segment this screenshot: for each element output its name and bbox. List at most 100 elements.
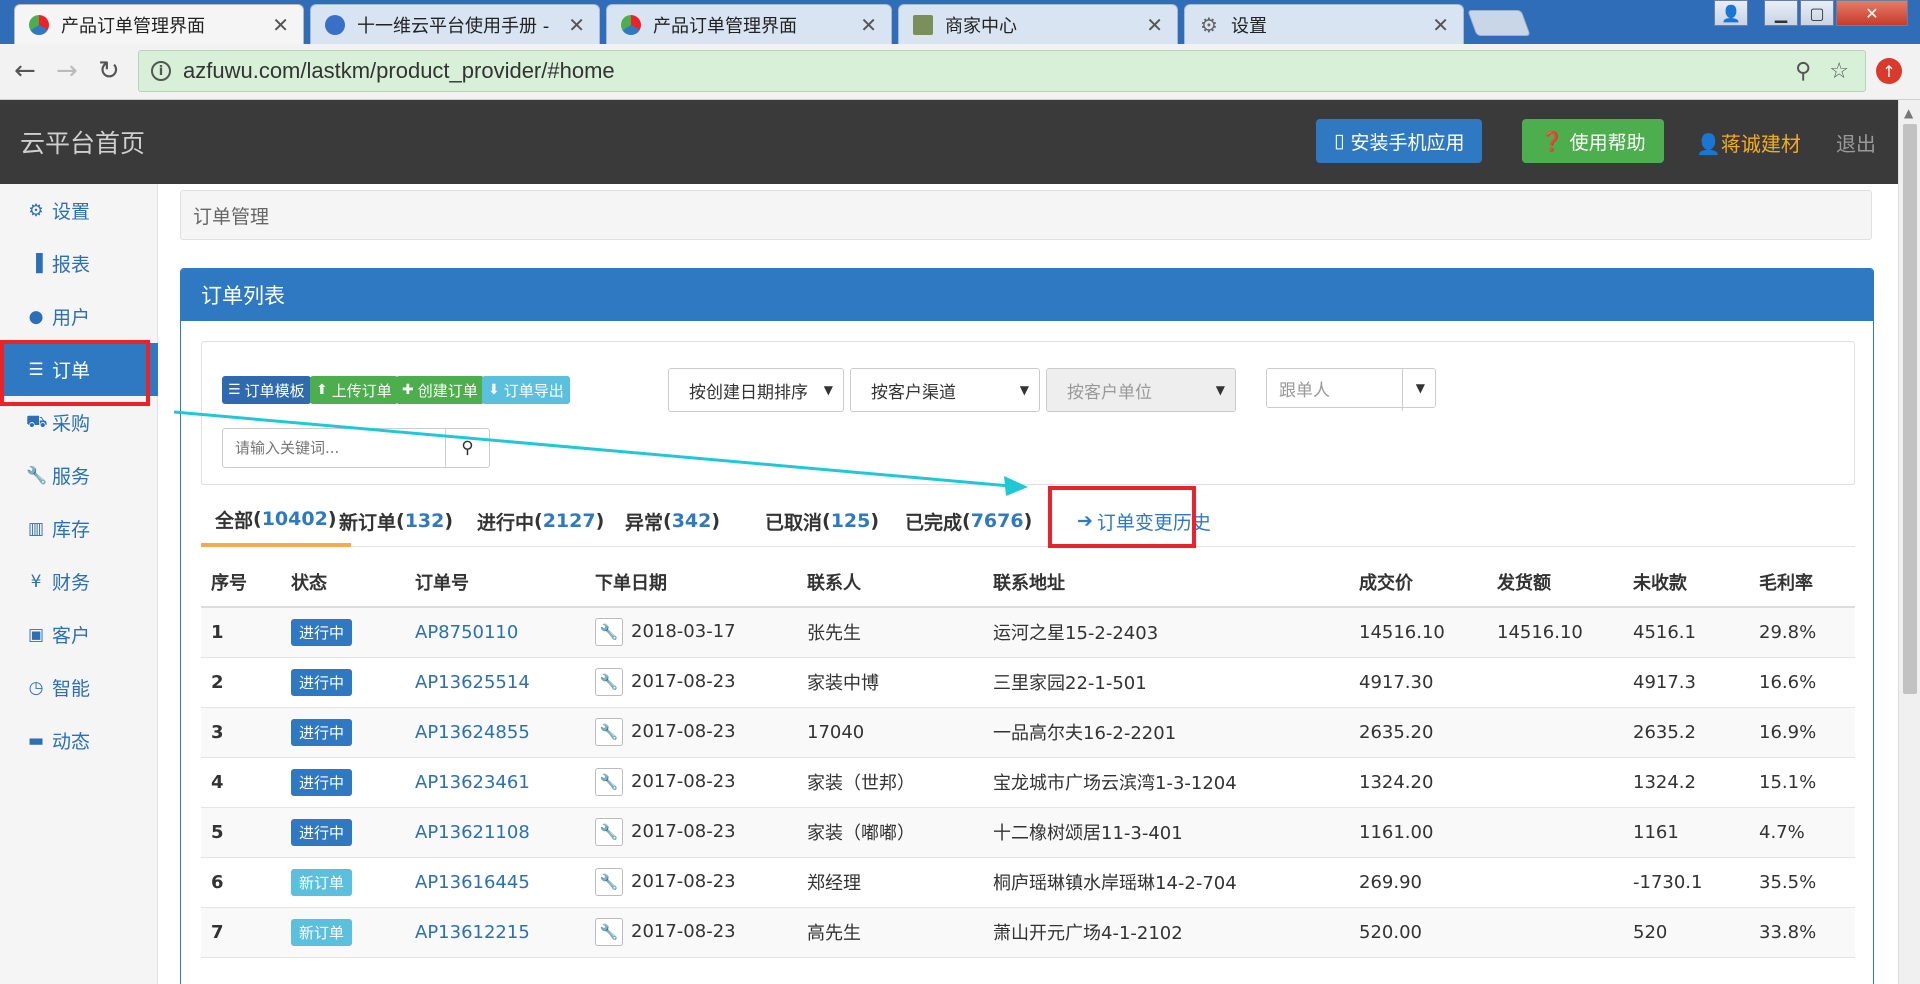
close-icon[interactable]: ✕ <box>568 13 585 37</box>
zoom-icon[interactable]: ⚲ <box>1795 59 1811 84</box>
user-menu-link[interactable]: 👤蒋诚建材 <box>1696 128 1801 157</box>
browser-tab-2[interactable]: 十一维云平台使用手册 - ✕ <box>310 4 600 44</box>
bookmark-star-icon[interactable]: ☆ <box>1829 59 1849 84</box>
sidebar-item-finance[interactable]: ¥ 财务 <box>0 555 158 608</box>
order-number-link[interactable]: AP13624855 <box>415 722 530 743</box>
merchant-favicon-icon <box>913 14 933 35</box>
caret-down-icon: ▼ <box>1415 381 1425 395</box>
table-cell: 16.6% <box>1749 657 1855 708</box>
order-number-link[interactable]: AP13621108 <box>415 822 530 843</box>
create-order-button[interactable]: ✚ 创建订单 <box>396 376 484 404</box>
sidebar-item-reports[interactable]: ▐ 报表 <box>0 237 158 290</box>
sidebar-item-users[interactable]: ● 用户 <box>0 290 158 343</box>
table-row[interactable]: 3 进行中 AP13624855 🔧 2017-08-23 17040 一品高尔夫16-2-… <box>201 707 1855 758</box>
close-icon[interactable]: ✕ <box>272 13 289 37</box>
sidebar-item-purchase[interactable]: ⛟ 采购 <box>0 396 158 449</box>
unit-select[interactable]: 按客户单位 ▼ <box>1046 368 1236 412</box>
sidebar-item-label: 动态 <box>52 731 91 753</box>
brand-home-link[interactable]: 云平台首页 <box>20 124 145 160</box>
sidebar-item-activity[interactable]: ▬ 动态 <box>0 714 158 767</box>
back-icon[interactable]: ← <box>14 56 36 86</box>
info-icon[interactable]: i <box>151 61 171 81</box>
order-template-button[interactable]: ☰ 订单模板 <box>222 376 311 404</box>
browser-tab-1[interactable]: 产品订单管理界面 ✕ <box>14 4 304 44</box>
order-number-link[interactable]: AP13616445 <box>415 872 530 893</box>
minimize-button[interactable]: ▁ <box>1764 0 1798 26</box>
tab-running[interactable]: 进行中(2127) <box>477 495 604 547</box>
table-cell: 520.00 <box>1349 907 1487 958</box>
sort-select[interactable]: 按创建日期排序 ▼ <box>668 368 844 412</box>
order-number-link[interactable]: AP13623461 <box>415 772 530 793</box>
export-order-button[interactable]: ⬇ 订单导出 <box>482 376 570 404</box>
table-row[interactable]: 1 进行中 AP8750110 🔧 2018-03-17 张先生 运河之星15-2-2403… <box>201 607 1855 658</box>
upload-order-button[interactable]: ⬆ 上传订单 <box>310 376 398 404</box>
install-app-button[interactable]: ▯ 安装手机应用 <box>1316 119 1483 163</box>
wrench-icon[interactable]: 🔧 <box>595 668 623 696</box>
order-date: 2017-08-23 <box>631 721 736 742</box>
caret-down-icon: ▼ <box>1215 383 1225 397</box>
tab-new[interactable]: 新订单(132) <box>339 495 453 547</box>
tab-all[interactable]: 全部(10402) <box>201 495 351 547</box>
caret-down-icon: ▼ <box>1019 383 1029 397</box>
table-cell <box>1487 757 1623 808</box>
download-icon: ⬇ <box>488 382 500 398</box>
sidebar-item-smart[interactable]: ◷ 智能 <box>0 661 158 714</box>
scroll-up-icon[interactable]: ▲ <box>1904 106 1913 120</box>
table-cell: 4 <box>201 757 281 808</box>
close-icon[interactable]: ✕ <box>860 13 877 37</box>
help-button[interactable]: ❓ 使用帮助 <box>1522 119 1664 163</box>
wrench-icon[interactable]: 🔧 <box>595 818 623 846</box>
panel-title: 订单列表 <box>181 269 1873 321</box>
page-scrollbar[interactable]: ▲ <box>1898 100 1920 984</box>
sidebar-item-orders[interactable]: ☰ 订单 <box>0 340 158 406</box>
maximize-button[interactable]: ▢ <box>1800 0 1834 26</box>
sidebar-item-label: 智能 <box>52 678 91 700</box>
sidebar-item-service[interactable]: 🔧 服务 <box>0 449 158 502</box>
order-number-link[interactable]: AP13625514 <box>415 672 530 693</box>
user-icon: 👤 <box>1696 132 1721 156</box>
wrench-icon[interactable]: 🔧 <box>595 618 623 647</box>
sidebar-item-inventory[interactable]: ▥ 库存 <box>0 502 158 555</box>
table-row[interactable]: 2 进行中 AP13625514 🔧 2017-08-23 家装中博 三里家园22-1-50… <box>201 657 1855 708</box>
order-number-link[interactable]: AP13612215 <box>415 922 530 943</box>
close-icon[interactable]: ✕ <box>1432 13 1449 37</box>
tab-cancelled[interactable]: 已取消(125) <box>765 495 879 547</box>
table-row[interactable]: 4 进行中 AP13623461 🔧 2017-08-23 家装（世邦） 宝龙城市广场云滨湾… <box>201 757 1855 808</box>
extension-icon[interactable]: ↑ <box>1876 58 1902 84</box>
table-row[interactable]: 5 进行中 AP13621108 🔧 2017-08-23 家装（嘟嘟） 十二橡树颂居11-… <box>201 807 1855 858</box>
sidebar-item-settings[interactable]: ⚙ 设置 <box>0 184 158 237</box>
table-cell: AP13621108 <box>405 807 585 858</box>
forward-icon[interactable]: → <box>56 56 78 86</box>
tab-label: 已取消 <box>765 511 823 534</box>
sidebar-item-customers[interactable]: ▣ 客户 <box>0 608 158 661</box>
table-cell: 进行中 <box>281 657 405 708</box>
wrench-icon[interactable]: 🔧 <box>595 768 623 796</box>
browser-tab-4[interactable]: 商家中心 ✕ <box>898 4 1178 44</box>
profile-icon[interactable]: 👤 <box>1714 0 1748 26</box>
close-icon[interactable]: ✕ <box>1146 13 1163 37</box>
window-close-button[interactable]: ✕ <box>1836 0 1908 26</box>
reload-icon[interactable]: ↻ <box>98 56 120 86</box>
staff-select-placeholder: 跟单人 <box>1279 380 1330 401</box>
order-number-link[interactable]: AP8750110 <box>415 622 518 643</box>
wrench-icon[interactable]: 🔧 <box>595 918 623 946</box>
staff-select[interactable]: 跟单人 ▼ <box>1266 368 1436 411</box>
browser-tab-5[interactable]: ⚙ 设置 ✕ <box>1184 4 1464 44</box>
mobile-icon: ▯ <box>1334 130 1345 152</box>
tab-done[interactable]: 已完成(7676) <box>905 495 1032 547</box>
wrench-icon[interactable]: 🔧 <box>595 718 623 746</box>
logout-link[interactable]: 退出 <box>1836 128 1876 157</box>
browser-tab-3[interactable]: 产品订单管理界面 ✕ <box>606 4 892 44</box>
table-row[interactable]: 6 新订单 AP13616445 🔧 2017-08-23 郑经理 桐庐瑶琳镇水岸瑶琳14-… <box>201 857 1855 908</box>
table-row[interactable]: 7 新订单 AP13612215 🔧 2017-08-23 高先生 萧山开元广场4-1-21… <box>201 907 1855 958</box>
scrollbar-thumb[interactable] <box>1903 124 1917 694</box>
channel-select[interactable]: 按客户渠道 ▼ <box>850 368 1040 412</box>
search-icon[interactable]: ⚲ <box>445 429 489 467</box>
keyword-search-input[interactable] <box>223 429 445 467</box>
tab-abnormal[interactable]: 异常(342) <box>625 495 720 547</box>
new-tab-button[interactable] <box>1467 10 1531 36</box>
order-table: 序号 状态 订单号 下单日期 联系人 联系地址 成交价 发货额 未收款 毛利率 … <box>201 557 1855 958</box>
url-input[interactable]: i azfuwu.com/lastkm/product_provider/#ho… <box>138 50 1866 92</box>
wrench-icon[interactable]: 🔧 <box>595 868 623 896</box>
manual-favicon-icon <box>325 14 345 35</box>
